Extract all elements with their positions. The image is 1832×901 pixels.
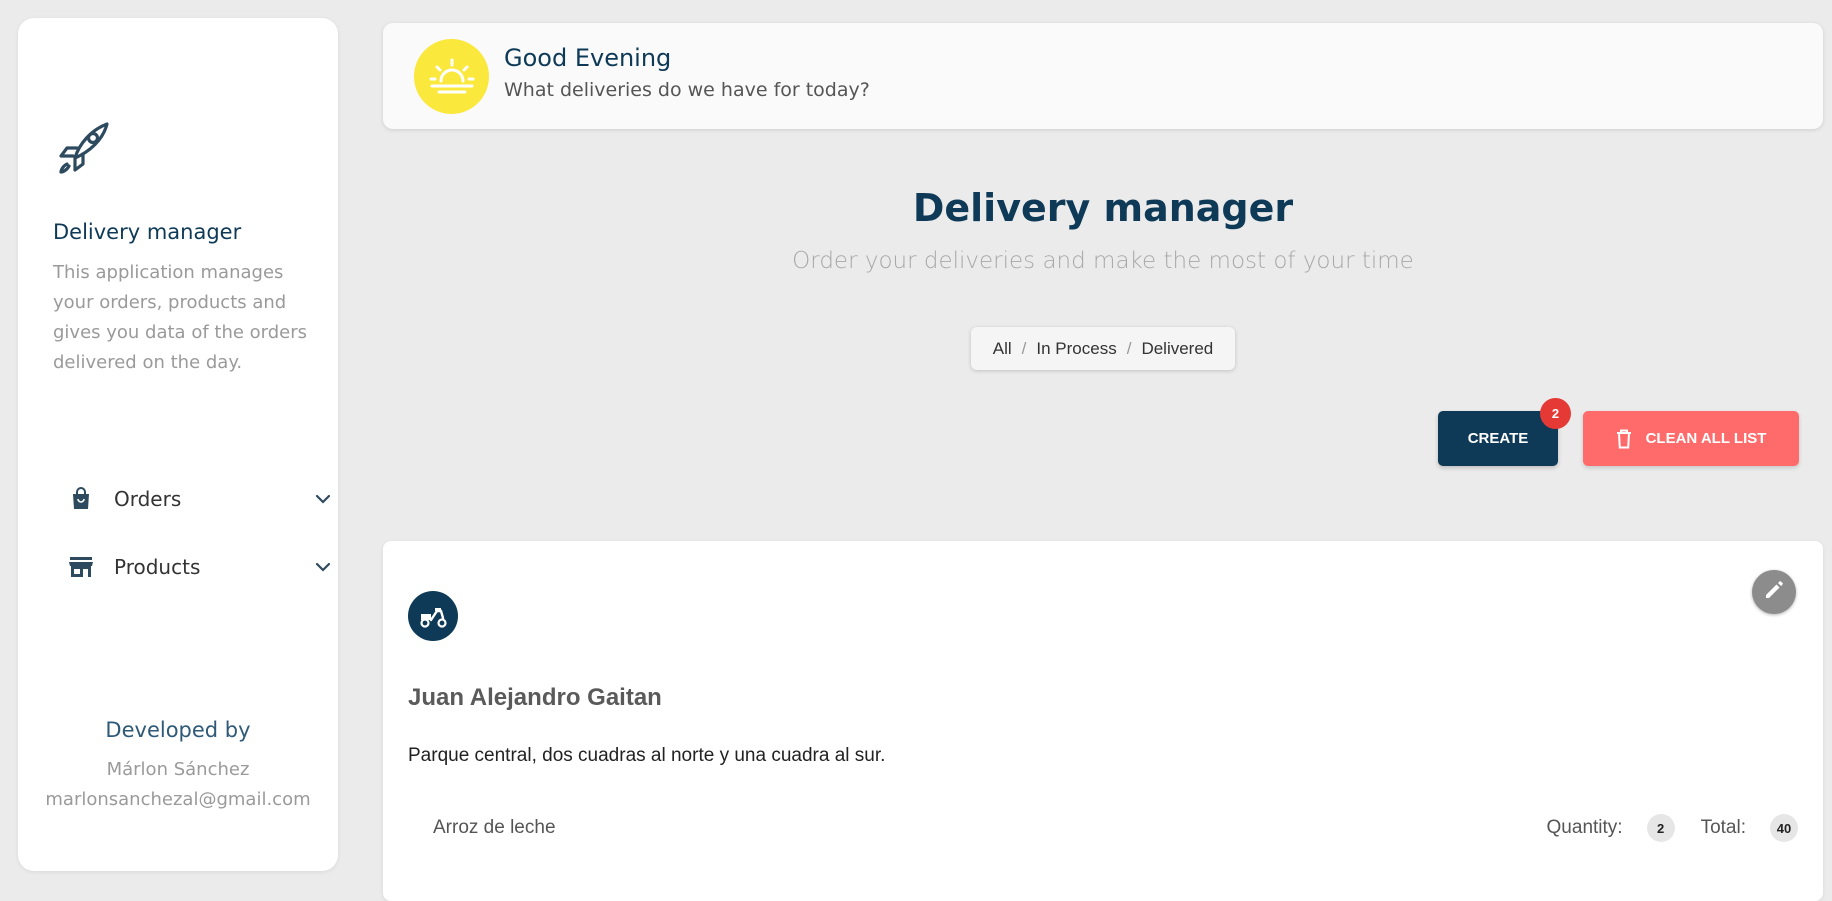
developed-by-label: Developed by (105, 718, 251, 742)
scooter-icon (408, 591, 458, 641)
page-title: Delivery manager (912, 186, 1294, 230)
filter-delivered[interactable]: Delivered (1141, 339, 1213, 359)
customer-name: Juan Alejandro Gaitan (408, 684, 662, 711)
chevron-down-icon (312, 556, 334, 578)
app-name: Delivery manager (53, 220, 242, 244)
developer-email: marlonsanchezal@gmail.com (45, 789, 311, 810)
sidebar-item-orders[interactable]: Orders (58, 477, 338, 521)
filter-in-process[interactable]: In Process (1036, 339, 1116, 359)
create-button[interactable]: CREATE (1438, 411, 1558, 466)
pencil-icon (1763, 579, 1785, 606)
quantity-label: Quantity: (1546, 817, 1623, 838)
store-icon (66, 552, 96, 582)
create-count-badge: 2 (1540, 398, 1571, 429)
app-description: This application manages your orders, pr… (53, 262, 308, 373)
breadcrumb-separator: / (1021, 338, 1027, 358)
item-name: Arroz de leche (433, 817, 556, 838)
breadcrumb-separator: / (1126, 338, 1132, 358)
total-value: 40 (1770, 814, 1798, 842)
trash-icon (1616, 429, 1632, 449)
greeting-subtitle: What deliveries do we have for today? (504, 79, 870, 101)
sidebar-item-label: Products (114, 555, 201, 579)
sidebar: Delivery manager This application manage… (18, 18, 338, 871)
rocket-icon (53, 118, 113, 178)
status-filter-breadcrumb: All / In Process / Delivered (971, 327, 1235, 370)
total-label: Total: (1700, 817, 1746, 838)
greeting-title: Good Evening (504, 44, 672, 72)
customer-address: Parque central, dos cuadras al norte y u… (408, 745, 886, 766)
order-item-row: Arroz de leche Quantity: 2 Total: 40 (433, 811, 1798, 845)
sidebar-item-products[interactable]: Products (58, 545, 338, 589)
developer-name: Márlon Sánchez (106, 759, 250, 780)
sidebar-item-label: Orders (114, 487, 182, 511)
sunset-icon (414, 39, 489, 114)
clean-all-list-button[interactable]: CLEAN ALL LIST (1583, 411, 1799, 466)
chevron-down-icon (312, 488, 334, 510)
create-button-label: CREATE (1467, 430, 1529, 447)
quantity-value: 2 (1646, 814, 1675, 842)
filter-all[interactable]: All (993, 339, 1012, 359)
shopping-bag-icon (66, 484, 96, 514)
greeting-card: Good Evening What deliveries do we have … (383, 23, 1823, 129)
order-card: Juan Alejandro Gaitan Parque central, do… (383, 541, 1823, 901)
clean-all-list-label: CLEAN ALL LIST (1645, 430, 1767, 447)
page-subtitle: Order your deliveries and make the most … (792, 248, 1414, 274)
edit-order-button[interactable] (1752, 570, 1796, 614)
